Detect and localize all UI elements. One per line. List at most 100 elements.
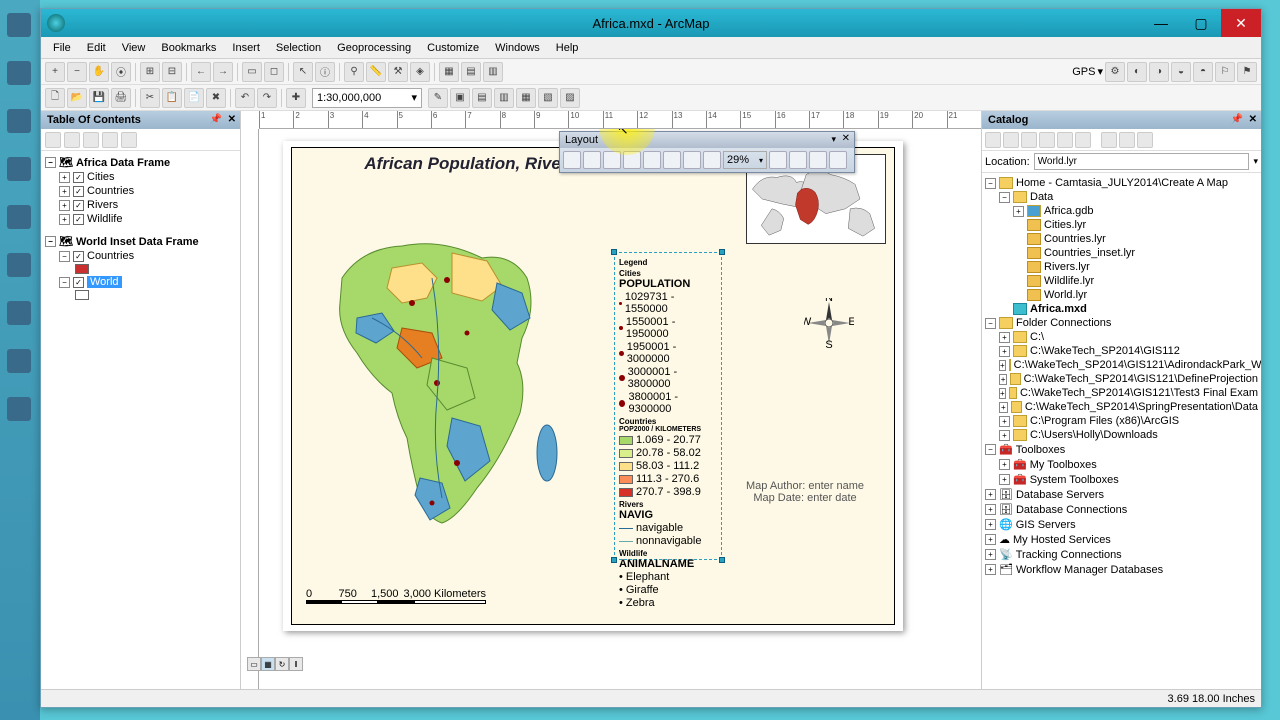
layout-whole-page-icon[interactable] bbox=[623, 151, 641, 169]
menu-help[interactable]: Help bbox=[548, 39, 587, 57]
data-frame-world-inset[interactable]: −🗺 World Inset Data Frame bbox=[43, 234, 238, 249]
tb-e-icon[interactable]: ▧ bbox=[538, 88, 558, 108]
menu-insert[interactable]: Insert bbox=[224, 39, 268, 57]
new-icon[interactable]: 🗋 bbox=[45, 88, 65, 108]
layout-view-button[interactable]: ▦ bbox=[261, 657, 275, 671]
full-extent-icon[interactable]: ⦿ bbox=[111, 62, 131, 82]
layout-page[interactable]: African Population, Rivers, and Wildlife bbox=[283, 141, 903, 631]
cat-fc[interactable]: +C:\WakeTech_SP2014\GIS121\DefineProject… bbox=[985, 372, 1258, 386]
menu-file[interactable]: File bbox=[45, 39, 79, 57]
cat-home[interactable]: −Home - Camtasia_JULY2014\Create A Map bbox=[985, 176, 1258, 190]
pause-view-button[interactable]: ‖ bbox=[289, 657, 303, 671]
pin-icon[interactable]: 📌 bbox=[210, 114, 222, 125]
cat-lyr[interactable]: Rivers.lyr bbox=[985, 260, 1258, 274]
editor-icon[interactable]: ✎ bbox=[428, 88, 448, 108]
layout-zoom-out-icon[interactable] bbox=[583, 151, 601, 169]
zoom-out-icon[interactable]: − bbox=[67, 62, 87, 82]
cat-options-icon[interactable] bbox=[1137, 132, 1153, 148]
layout-tb-min-icon[interactable]: ▾ bbox=[831, 134, 836, 145]
maximize-button[interactable]: ▢ bbox=[1181, 9, 1221, 37]
cat-fc[interactable]: +C:\WakeTech_SP2014\GIS121\AdirondackPar… bbox=[985, 358, 1258, 372]
cat-lyr[interactable]: World.lyr bbox=[985, 288, 1258, 302]
gps-t5-icon[interactable]: ◓ bbox=[1193, 62, 1213, 82]
data-frame-africa[interactable]: −🗺 Africa Data Frame bbox=[43, 155, 238, 170]
toc-list-by-visibility-icon[interactable] bbox=[83, 132, 99, 148]
tool5-icon[interactable]: ▥ bbox=[483, 62, 503, 82]
layout-toolbar[interactable]: Layout ▾ ✕ 29%▾ bbox=[559, 131, 855, 173]
toc-options-icon[interactable] bbox=[121, 132, 137, 148]
close-panel-icon[interactable]: ✕ bbox=[228, 114, 236, 125]
cat-workflow[interactable]: +🗂Workflow Manager Databases bbox=[985, 562, 1258, 577]
cat-db-connections[interactable]: +🗄Database Connections bbox=[985, 502, 1258, 517]
close-button[interactable]: ✕ bbox=[1221, 9, 1261, 37]
pan-icon[interactable]: ✋ bbox=[89, 62, 109, 82]
forward-icon[interactable]: → bbox=[213, 62, 233, 82]
select-elements-icon[interactable]: ↖ bbox=[293, 62, 313, 82]
gps-t3-icon[interactable]: ◑ bbox=[1149, 62, 1169, 82]
toc-list-by-drawing-icon[interactable] bbox=[45, 132, 61, 148]
legend-element[interactable]: Legend Cities POPULATION 1029731 - 15500… bbox=[614, 252, 722, 560]
map-scale-input[interactable]: 1:30,000,000▾ bbox=[312, 88, 422, 108]
cat-tracking[interactable]: +📡Tracking Connections bbox=[985, 547, 1258, 562]
print-icon[interactable]: 🖨 bbox=[111, 88, 131, 108]
gps-t6-icon[interactable]: ⚐ bbox=[1215, 62, 1235, 82]
cat-system-toolboxes[interactable]: +🧰System Toolboxes bbox=[985, 472, 1258, 487]
refresh-view-button[interactable]: ↻ bbox=[275, 657, 289, 671]
menu-selection[interactable]: Selection bbox=[268, 39, 329, 57]
layer-countries[interactable]: +Countries bbox=[43, 184, 238, 198]
tb-a-icon[interactable]: ▣ bbox=[450, 88, 470, 108]
cat-toolboxes[interactable]: −🧰Toolboxes bbox=[985, 442, 1258, 457]
cat-fc[interactable]: +C:\WakeTech_SP2014\GIS121\Test3 Final E… bbox=[985, 386, 1258, 400]
menu-windows[interactable]: Windows bbox=[487, 39, 548, 57]
layer-cities[interactable]: +Cities bbox=[43, 170, 238, 184]
layout-100-icon[interactable] bbox=[643, 151, 661, 169]
cat-fc[interactable]: +C:\Program Files (x86)\ArcGIS bbox=[985, 414, 1258, 428]
fixed-zoom-in-icon[interactable]: ⊞ bbox=[140, 62, 160, 82]
menu-geoprocessing[interactable]: Geoprocessing bbox=[329, 39, 419, 57]
layout-zoom-input[interactable]: 29%▾ bbox=[723, 151, 767, 169]
minimize-button[interactable]: — bbox=[1141, 9, 1181, 37]
layout-t4-icon[interactable] bbox=[829, 151, 847, 169]
clear-selection-icon[interactable]: ◻ bbox=[264, 62, 284, 82]
toc-list-by-source-icon[interactable] bbox=[64, 132, 80, 148]
undo-icon[interactable]: ↶ bbox=[235, 88, 255, 108]
layout-pan-icon[interactable] bbox=[603, 151, 621, 169]
pin-icon[interactable]: 📌 bbox=[1231, 114, 1243, 125]
redo-icon[interactable]: ↷ bbox=[257, 88, 277, 108]
gps-t7-icon[interactable]: ⚑ bbox=[1237, 62, 1257, 82]
cat-up-icon[interactable] bbox=[1021, 132, 1037, 148]
layer-inset-countries[interactable]: −Countries bbox=[43, 249, 238, 263]
gps-t4-icon[interactable]: ◒ bbox=[1171, 62, 1191, 82]
layout-back-icon[interactable] bbox=[663, 151, 681, 169]
find-icon[interactable]: ⚲ bbox=[344, 62, 364, 82]
layout-t2-icon[interactable] bbox=[789, 151, 807, 169]
layer-rivers[interactable]: +Rivers bbox=[43, 198, 238, 212]
cat-connect-icon[interactable] bbox=[1101, 132, 1117, 148]
measure-icon[interactable]: 📏 bbox=[366, 62, 386, 82]
open-icon[interactable]: 📂 bbox=[67, 88, 87, 108]
layer-inset-world[interactable]: −World bbox=[43, 275, 238, 289]
layout-t3-icon[interactable] bbox=[809, 151, 827, 169]
layout-t1-icon[interactable] bbox=[769, 151, 787, 169]
tb-b-icon[interactable]: ▤ bbox=[472, 88, 492, 108]
cat-fc[interactable]: +C:\Users\Holly\Downloads bbox=[985, 428, 1258, 442]
toc-list-by-selection-icon[interactable] bbox=[102, 132, 118, 148]
tool2-icon[interactable]: ◈ bbox=[410, 62, 430, 82]
tb-c-icon[interactable]: ▥ bbox=[494, 88, 514, 108]
cat-lyr[interactable]: Countries.lyr bbox=[985, 232, 1258, 246]
delete-icon[interactable]: ✖ bbox=[206, 88, 226, 108]
menu-edit[interactable]: Edit bbox=[79, 39, 114, 57]
close-panel-icon[interactable]: ✕ bbox=[1249, 114, 1257, 125]
cat-view-icon[interactable] bbox=[1075, 132, 1091, 148]
zoom-in-icon[interactable]: + bbox=[45, 62, 65, 82]
resize-handle-icon[interactable] bbox=[611, 249, 617, 255]
cat-db-servers[interactable]: +🗄Database Servers bbox=[985, 487, 1258, 502]
tb-d-icon[interactable]: ▦ bbox=[516, 88, 536, 108]
location-input[interactable] bbox=[1034, 153, 1250, 170]
cat-gdb[interactable]: +Africa.gdb bbox=[985, 204, 1258, 218]
select-icon[interactable]: ▭ bbox=[242, 62, 262, 82]
scale-bar[interactable]: 0 750 1,500 3,000 Kilometers bbox=[306, 588, 486, 604]
tool3-icon[interactable]: ▦ bbox=[439, 62, 459, 82]
gps-tool-icon[interactable]: ⚙ bbox=[1105, 62, 1125, 82]
identify-icon[interactable]: ⓘ bbox=[315, 62, 335, 82]
